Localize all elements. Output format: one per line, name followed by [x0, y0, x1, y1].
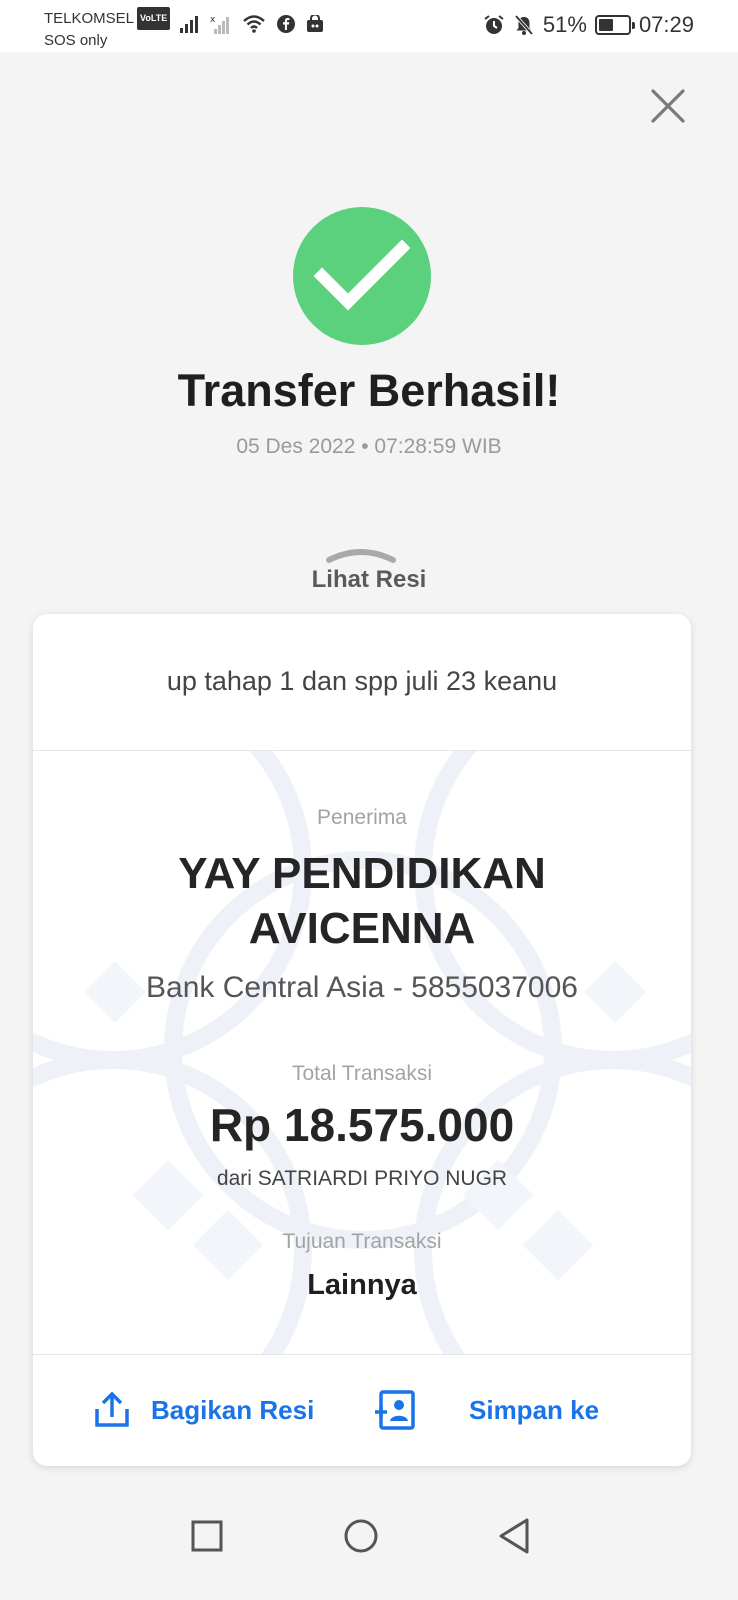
home-button[interactable] — [337, 1512, 385, 1560]
facebook-icon — [277, 15, 295, 33]
recipient-label: Penerima — [317, 806, 407, 829]
status-bar: TELKOMSEL VoLTE SOS only x 51% 07:29 — [0, 0, 738, 52]
clock: 07:29 — [638, 12, 694, 37]
chevron-up-icon[interactable] — [325, 542, 397, 564]
transaction-amount: Rp 18.575.000 — [209, 1099, 515, 1151]
page-title: Transfer Berhasil! — [177, 365, 561, 416]
save-contact-icon — [375, 1390, 415, 1430]
recipient-name-line1: YAY PENDIDIKAN — [178, 849, 546, 898]
back-button[interactable] — [491, 1512, 539, 1560]
wifi-icon — [243, 15, 265, 33]
carrier-name: TELKOMSEL — [44, 10, 135, 27]
success-badge — [293, 207, 431, 345]
sos-text: SOS only — [44, 32, 108, 49]
share-receipt-button[interactable]: Bagikan Resi — [91, 1378, 314, 1442]
navigation-bar — [0, 1490, 738, 1600]
total-label: Total Transaksi — [291, 1062, 433, 1085]
svg-text:x: x — [210, 15, 216, 25]
divider — [33, 750, 691, 751]
recipient-name-line2: AVICENNA — [248, 904, 476, 953]
view-receipt-toggle[interactable]: Lihat Resi — [0, 566, 738, 594]
battery-fill — [598, 19, 613, 31]
divider — [33, 1354, 691, 1355]
close-icon — [651, 89, 685, 123]
volte-badge: VoLTE — [137, 7, 171, 30]
save-to-label: Simpan ke — [469, 1394, 600, 1425]
purpose-label: Tujuan Transaksi — [282, 1230, 442, 1253]
triangle-back-icon — [499, 1518, 529, 1554]
sender-name: dari SATRIARDI PRIYO NUGR — [216, 1167, 508, 1190]
mute-bell-icon — [514, 14, 534, 36]
save-to-button[interactable]: Simpan ke — [373, 1378, 599, 1442]
shop-icon — [307, 15, 323, 32]
transaction-datetime: 05 Des 2022 • 07:28:59 WIB — [236, 435, 502, 458]
recipient-name: YAY PENDIDIKAN AVICENNA — [73, 846, 651, 956]
signal-icon — [180, 16, 198, 33]
share-receipt-label: Bagikan Resi — [151, 1394, 315, 1425]
recents-button[interactable] — [183, 1512, 231, 1560]
transfer-note: up tahap 1 dan spp juli 23 keanu — [166, 666, 558, 696]
battery-icon — [594, 15, 635, 35]
bank-account: Bank Central Asia - 5855037006 — [146, 971, 578, 1004]
transaction-purpose: Lainnya — [307, 1269, 417, 1301]
signal-no-service-icon: x — [210, 15, 229, 34]
status-icons: x — [180, 14, 324, 34]
carrier-info: TELKOMSEL VoLTE SOS only — [44, 7, 171, 51]
battery-percent: 51% — [542, 12, 587, 37]
square-icon — [191, 1520, 223, 1552]
receipt-card: up tahap 1 dan spp juli 23 keanu Penerim… — [33, 614, 691, 1466]
card-pattern-background — [33, 750, 691, 1354]
checkmark-icon — [314, 239, 410, 311]
status-right: 51% 07:29 — [483, 12, 694, 38]
alarm-icon — [484, 15, 504, 34]
share-icon — [95, 1391, 129, 1427]
close-button[interactable] — [648, 86, 688, 126]
circle-icon — [344, 1519, 378, 1553]
